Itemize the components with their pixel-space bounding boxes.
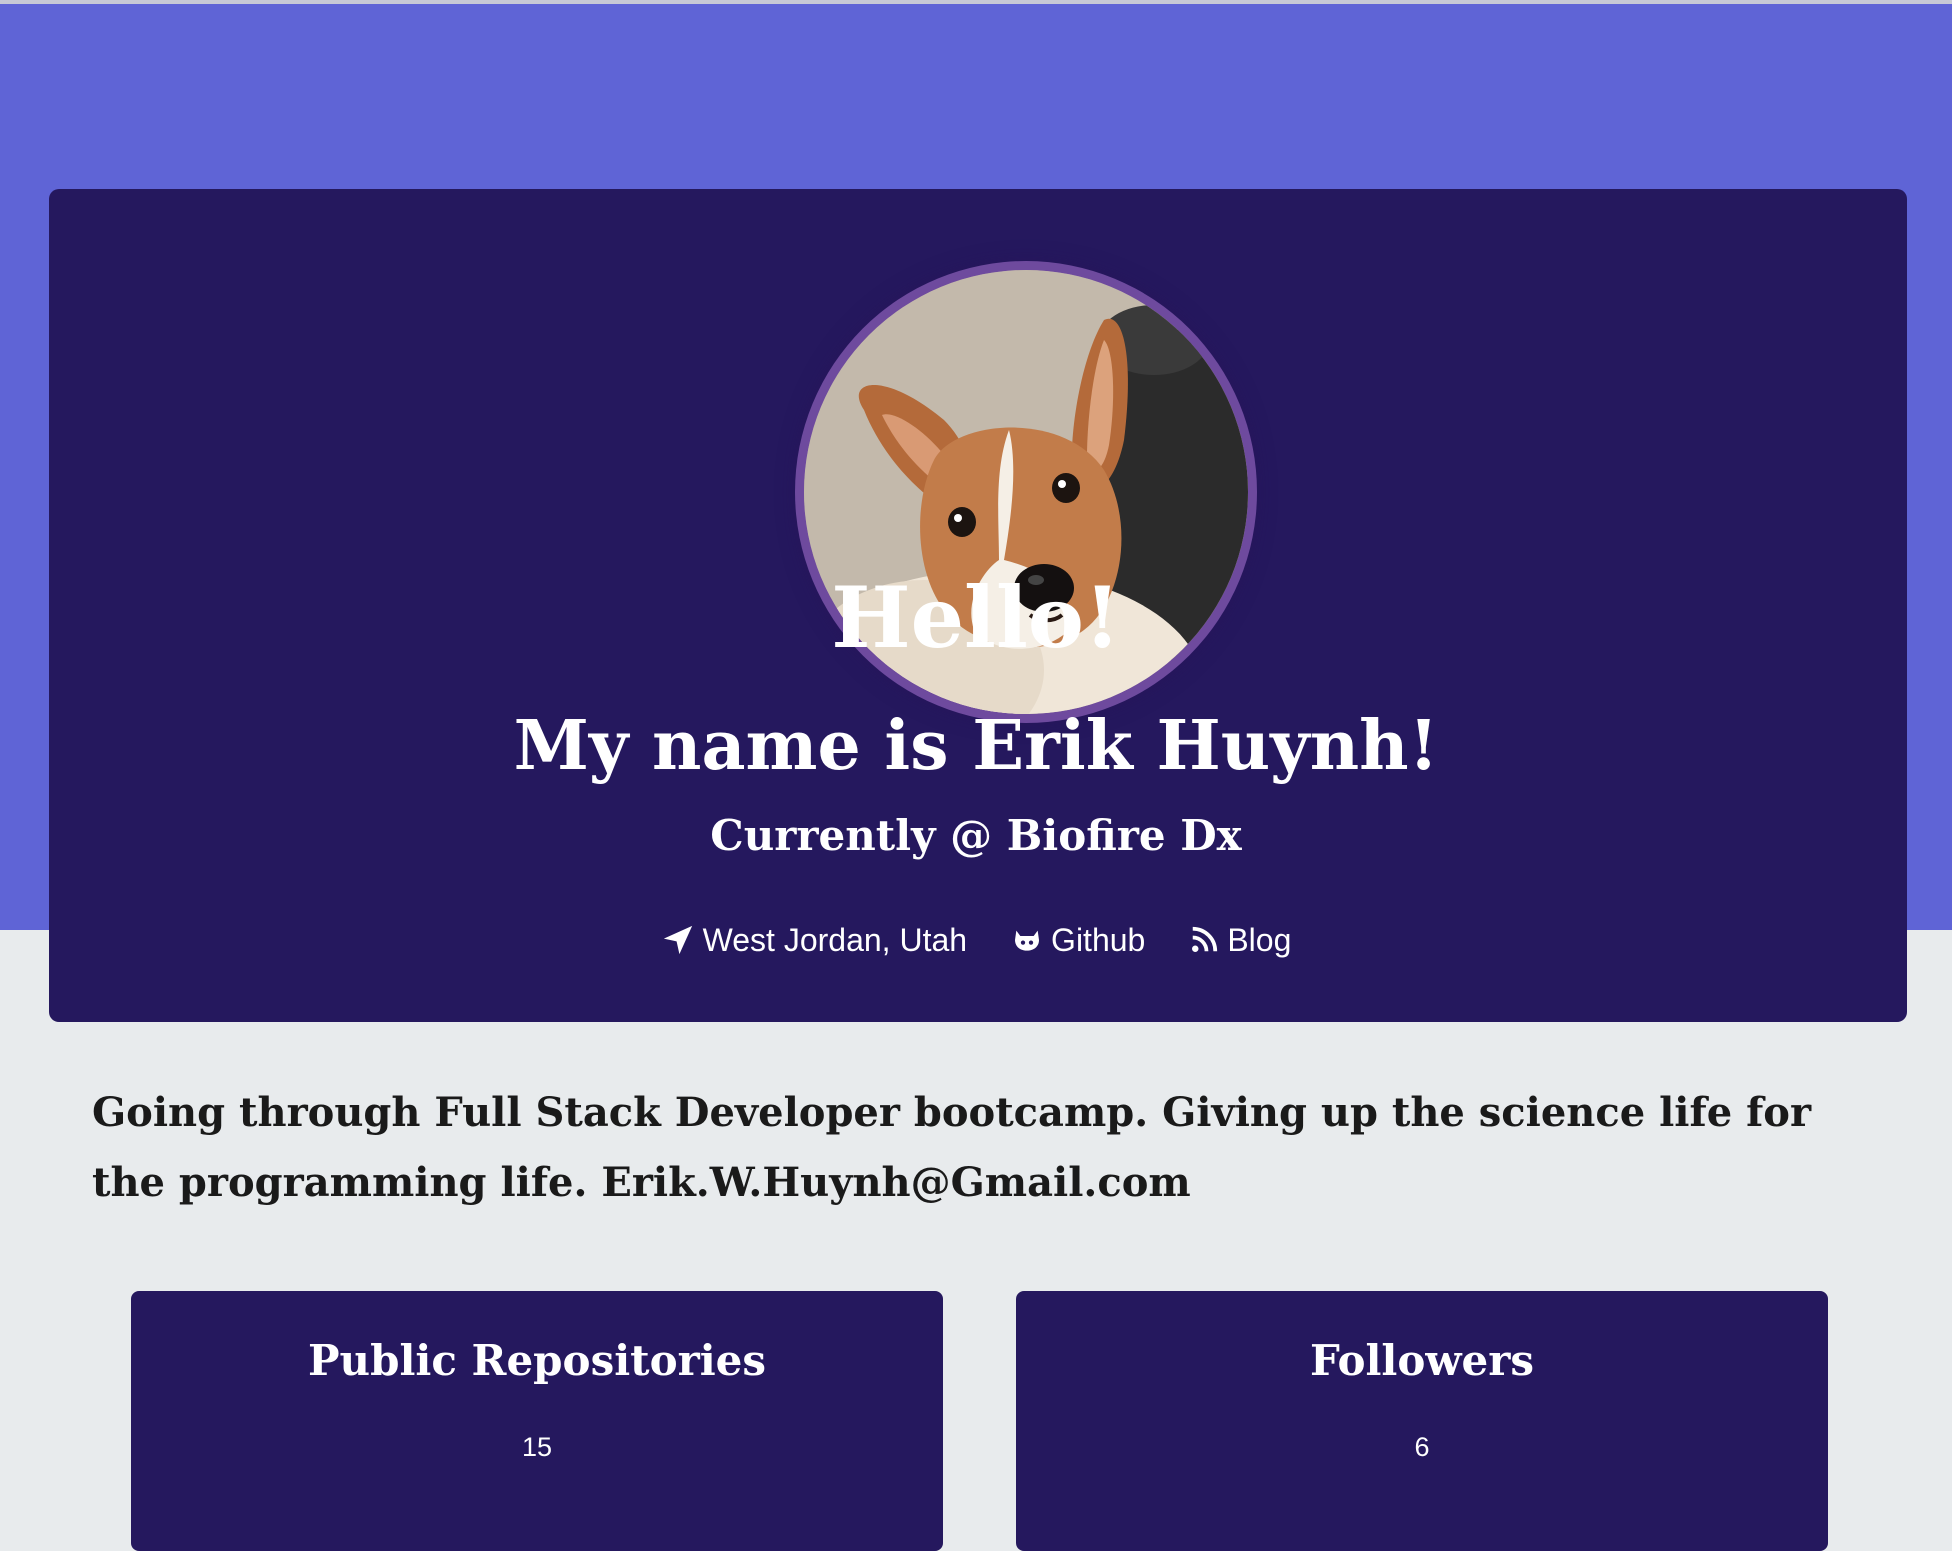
github-link[interactable]: Github	[1011, 915, 1145, 965]
github-icon	[1015, 930, 1040, 951]
profile-links: West Jordan, Utah Github Blog	[0, 915, 1952, 965]
company-heading: Currently @ Biofire Dx	[710, 811, 1242, 860]
name-heading: My name is Erik Huynh!	[513, 706, 1439, 786]
stat-title: Public Repositories	[307, 1336, 767, 1385]
location-label: West Jordan, Utah	[702, 922, 968, 958]
github-label: Github	[1051, 922, 1146, 958]
blog-label: Blog	[1227, 922, 1292, 958]
bio-text: Going through Full Stack Developer bootc…	[92, 1089, 1812, 1206]
public-repositories-card: Public Repositories 15	[131, 1291, 943, 1551]
rss-icon	[1192, 926, 1218, 952]
stat-value: 6	[1414, 1432, 1430, 1462]
followers-card: Followers 6	[1016, 1291, 1828, 1551]
blog-link[interactable]: Blog	[1189, 915, 1291, 965]
stat-title: Followers	[1309, 1336, 1535, 1385]
location-arrow-icon	[663, 925, 692, 955]
location-link[interactable]: West Jordan, Utah	[661, 915, 967, 965]
greeting-heading: Hello!	[831, 568, 1121, 667]
stat-value: 15	[521, 1432, 553, 1462]
